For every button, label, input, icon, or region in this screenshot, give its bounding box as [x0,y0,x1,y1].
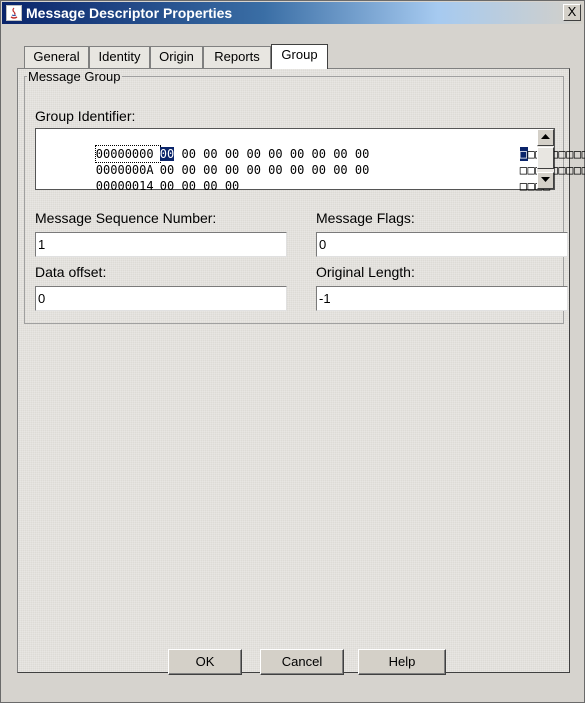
hex-bytes: 00 00 00 00 [159,179,240,193]
hex-address: 00000014 [95,179,154,193]
group-identifier-hex-editor[interactable]: 00000000 00 00 00 00 00 00 00 00 00 00 □□□… [35,128,585,193]
hex-row[interactable]: 0000000A00 00 00 00 00 00 00 00 00 00□□□… [38,146,585,177]
data-offset-field[interactable] [35,286,287,311]
title-bar[interactable]: Message Descriptor Properties X [2,2,583,24]
scroll-thumb[interactable] [537,147,554,169]
cancel-button[interactable]: Cancel [260,649,344,675]
original-length-field[interactable] [316,286,568,311]
message-flags-label: Message Flags: [316,210,415,226]
hex-row[interactable]: 00000014 00 00 00 00 □□□□ [38,162,551,193]
group-tab-panel: Message Group Group Identifier: 00000000… [17,68,585,673]
close-button[interactable]: X [563,4,581,21]
group-identifier-label: Group Identifier: [35,108,136,124]
tab-reports[interactable]: Reports [203,46,271,68]
data-offset-label: Data offset: [35,264,107,280]
tab-identity[interactable]: Identity [89,46,150,68]
hex-row[interactable]: 00000000 00 00 00 00 00 00 00 00 00 00 □□□… [38,130,585,163]
arrow-down-icon [541,177,550,182]
ok-button[interactable]: OK [168,649,242,675]
hex-scrollbar[interactable] [537,129,554,189]
window-title: Message Descriptor Properties [26,5,233,21]
message-sequence-number-field[interactable] [35,232,287,257]
message-group-legend: Message Group [28,69,121,84]
arrow-up-icon [541,134,550,139]
tab-general[interactable]: General [24,46,89,68]
scroll-down-button[interactable] [537,172,554,189]
message-flags-field[interactable] [316,232,568,257]
message-sequence-number-label: Message Sequence Number: [35,210,217,226]
original-length-label: Original Length: [316,264,415,280]
tab-group[interactable]: Group [271,44,328,69]
help-button[interactable]: Help [358,649,446,675]
java-app-icon [6,5,22,21]
dialog-window: Message Descriptor Properties X General … [0,0,585,703]
tab-origin[interactable]: Origin [150,46,203,68]
scroll-up-button[interactable] [537,129,554,146]
